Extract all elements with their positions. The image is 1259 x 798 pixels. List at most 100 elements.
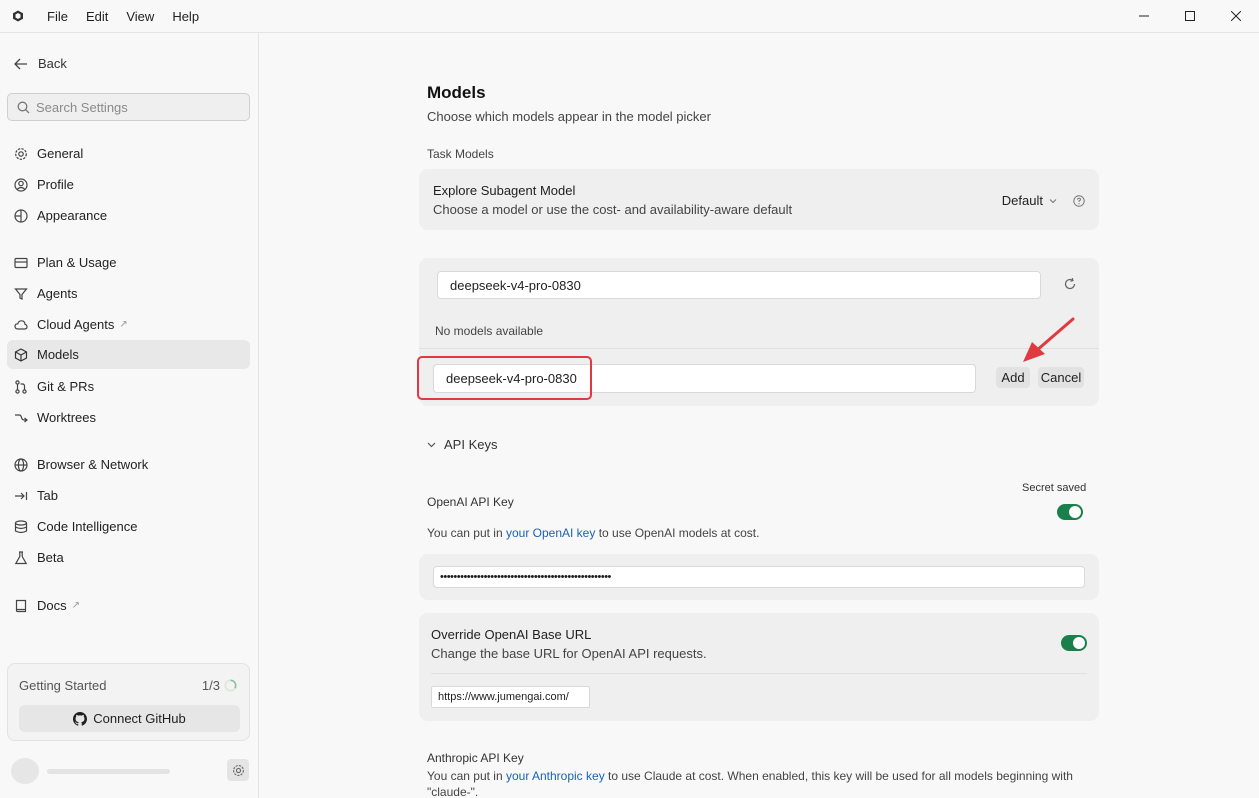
- override-base-url-card: Override OpenAI Base URL Change the base…: [419, 613, 1099, 721]
- sidebar-item-label: Beta: [37, 550, 64, 565]
- connect-github-button[interactable]: Connect GitHub: [19, 705, 240, 732]
- external-link-icon: ↗: [71, 600, 81, 611]
- cube-icon: [14, 347, 28, 362]
- api-keys-toggle[interactable]: API Keys: [427, 437, 497, 452]
- getting-started-card: Getting Started 1/3 Connect GitHub: [7, 663, 250, 741]
- sidebar-item-tab[interactable]: Tab: [7, 481, 250, 510]
- close-button[interactable]: [1213, 0, 1259, 32]
- page-title: Models: [427, 83, 486, 102]
- secret-saved-label: Secret saved: [1022, 482, 1087, 494]
- sidebar-item-agents[interactable]: Agents: [7, 279, 250, 308]
- explore-subagent-card: Explore Subagent Model Choose a model or…: [419, 169, 1099, 230]
- no-models-text: No models available: [435, 324, 544, 338]
- override-base-url-desc: Change the base URL for OpenAI API reque…: [431, 646, 707, 661]
- sidebar-item-label: Models: [37, 347, 79, 362]
- user-name-placeholder: [47, 769, 170, 774]
- dropdown-value: Default: [1001, 193, 1043, 208]
- globe-icon: [14, 457, 28, 472]
- sidebar-item-label: Worktrees: [37, 410, 96, 425]
- divider: [419, 348, 1099, 349]
- sidebar-item-label: General: [37, 146, 84, 161]
- menu-help[interactable]: Help: [163, 0, 208, 33]
- chevron-down-icon: [427, 442, 436, 447]
- sidebar-item-cloud-agents[interactable]: Cloud Agents ↗: [7, 310, 250, 339]
- sidebar-item-label: Profile: [37, 177, 74, 192]
- progress-ring-icon: [224, 679, 237, 692]
- menu-view[interactable]: View: [117, 0, 163, 33]
- model-search-input[interactable]: [437, 271, 1041, 299]
- sidebar-item-code-intelligence[interactable]: Code Intelligence: [7, 512, 250, 541]
- sidebar-item-label: Browser & Network: [37, 457, 149, 472]
- search-input[interactable]: [36, 99, 236, 115]
- openai-key-link[interactable]: your OpenAI key: [506, 526, 595, 540]
- anthropic-desc-suffix: to use Claude at cost. When enabled, thi…: [604, 769, 1073, 783]
- gear-icon: [232, 764, 244, 776]
- refresh-icon[interactable]: [1063, 277, 1077, 291]
- app-logo-icon: [13, 10, 23, 22]
- sidebar-item-label: Plan & Usage: [37, 255, 117, 270]
- sidebar-item-profile[interactable]: Profile: [7, 170, 250, 199]
- explore-subagent-desc: Choose a model or use the cost- and avai…: [433, 202, 793, 217]
- help-icon[interactable]: [1073, 195, 1085, 207]
- book-icon: [15, 599, 27, 612]
- connect-github-label: Connect GitHub: [93, 711, 186, 726]
- account-settings-button[interactable]: [227, 759, 249, 781]
- anthropic-key-title: Anthropic API Key: [427, 751, 524, 765]
- divider: [431, 673, 1087, 674]
- sidebar-item-models[interactable]: Models: [7, 340, 250, 369]
- add-model-button[interactable]: Add: [996, 367, 1030, 388]
- progress-count: 1/3: [201, 678, 220, 693]
- openai-key-title: OpenAI API Key: [427, 495, 514, 509]
- anthropic-key-link[interactable]: your Anthropic key: [506, 769, 605, 783]
- cancel-add-button[interactable]: Cancel: [1038, 367, 1084, 388]
- sidebar-item-label: Tab: [37, 488, 58, 503]
- override-base-url-toggle[interactable]: [1061, 635, 1087, 651]
- toggle-knob: [1073, 637, 1085, 649]
- explore-subagent-title: Explore Subagent Model: [433, 183, 576, 198]
- openai-desc-prefix: You can put in: [427, 526, 506, 540]
- openai-key-toggle[interactable]: [1057, 504, 1083, 520]
- sidebar-item-plan-usage[interactable]: Plan & Usage: [7, 248, 250, 277]
- back-label: Back: [38, 56, 67, 71]
- override-base-url-title: Override OpenAI Base URL: [431, 627, 592, 642]
- title-bar: File Edit View Help: [0, 0, 1259, 33]
- chevron-down-icon: [1049, 198, 1057, 203]
- menu-edit[interactable]: Edit: [77, 0, 117, 33]
- menu-file[interactable]: File: [38, 0, 77, 33]
- maximize-button[interactable]: [1167, 0, 1213, 32]
- sidebar-item-docs[interactable]: Docs ↗: [7, 591, 250, 620]
- database-icon: [14, 519, 28, 533]
- maximize-icon: [1185, 11, 1195, 21]
- sidebar-item-git-prs[interactable]: Git & PRs: [7, 372, 250, 401]
- search-settings[interactable]: [7, 93, 250, 121]
- worktree-icon: [15, 413, 28, 422]
- explore-model-dropdown[interactable]: Default: [1002, 193, 1057, 208]
- sidebar-item-appearance[interactable]: Appearance: [7, 201, 250, 230]
- back-button[interactable]: Back: [14, 56, 67, 71]
- sidebar-item-worktrees[interactable]: Worktrees: [7, 403, 250, 432]
- sidebar-item-general[interactable]: General: [7, 139, 250, 168]
- minimize-button[interactable]: [1121, 0, 1167, 32]
- sidebar-item-beta[interactable]: Beta: [7, 543, 250, 572]
- openai-key-input[interactable]: [433, 566, 1085, 588]
- flask-icon: [14, 550, 28, 564]
- close-icon: [1231, 11, 1241, 21]
- settings-sidebar: Back General Profile Appearance Plan & U…: [0, 33, 259, 798]
- sidebar-item-label: Git & PRs: [37, 379, 95, 394]
- settings-main: Models Choose which models appear in the…: [260, 33, 1259, 798]
- sidebar-item-label: Cloud Agents: [37, 317, 115, 332]
- minimize-icon: [1139, 15, 1149, 17]
- git-icon: [15, 379, 27, 394]
- user-profile-row[interactable]: [11, 758, 251, 784]
- github-icon: [73, 711, 88, 726]
- base-url-input[interactable]: [431, 686, 590, 708]
- sidebar-item-label: Agents: [37, 286, 78, 301]
- anthropic-desc-prefix: You can put in: [427, 769, 506, 783]
- annotation-arrow-icon: [1023, 317, 1075, 362]
- user-circle-icon: [14, 177, 28, 192]
- tab-icon: [15, 491, 28, 500]
- sidebar-item-browser-network[interactable]: Browser & Network: [7, 450, 250, 479]
- external-link-icon: ↗: [119, 319, 128, 330]
- avatar[interactable]: [11, 758, 39, 784]
- search-icon: [17, 101, 30, 113]
